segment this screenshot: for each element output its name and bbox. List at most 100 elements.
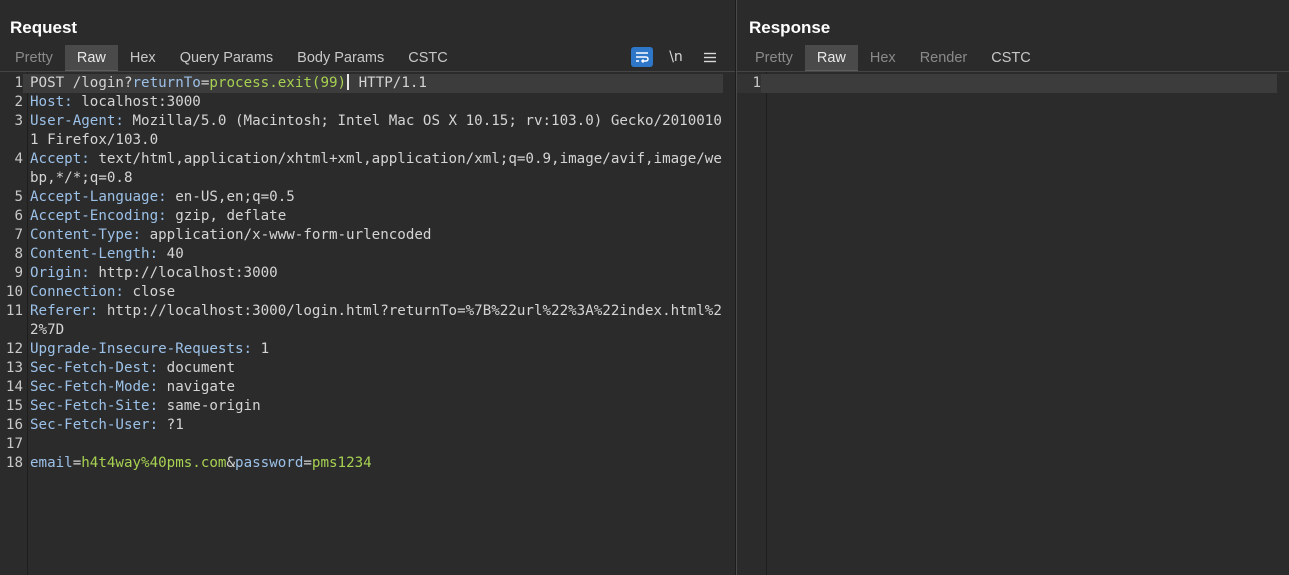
tab-pretty[interactable]: Pretty bbox=[3, 45, 65, 72]
request-body: email=h4t4way%40pms.com&password=pms1234 bbox=[30, 455, 372, 471]
header-line: Sec-Fetch-Mode: navigate bbox=[23, 378, 723, 397]
header-line: Accept-Language: en-US,en;q=0.5 bbox=[23, 188, 723, 207]
header-name: Sec-Fetch-User: bbox=[30, 417, 159, 433]
response-editor[interactable]: 1 bbox=[737, 72, 1289, 575]
hamburger-menu-icon[interactable] bbox=[699, 47, 721, 67]
header-line: Sec-Fetch-Dest: document bbox=[23, 359, 723, 378]
header-line: Connection: close bbox=[23, 283, 723, 302]
response-line-content bbox=[761, 74, 1277, 93]
text-cursor bbox=[347, 74, 350, 90]
tab-body-params[interactable]: Body Params bbox=[285, 45, 396, 72]
query-param-value: process.exit(99) bbox=[209, 75, 347, 91]
header-name: Content-Type: bbox=[30, 227, 142, 243]
line-number: 13 bbox=[5, 360, 23, 376]
tab-raw[interactable]: Raw bbox=[64, 45, 118, 72]
header-value: ?1 bbox=[158, 417, 184, 433]
header-name: Accept-Language: bbox=[30, 189, 167, 205]
header-line: Sec-Fetch-User: ?1 bbox=[23, 416, 723, 435]
wrap-lines-icon[interactable] bbox=[631, 47, 653, 67]
line-number: 4 bbox=[14, 151, 23, 167]
http-version: HTTP/1.1 bbox=[358, 75, 427, 91]
header-line: User-Agent: Mozilla/5.0 (Macintosh; Inte… bbox=[23, 112, 723, 150]
header-value: http://localhost:3000 bbox=[89, 265, 278, 281]
response-code: 1 bbox=[737, 74, 1277, 93]
http-method: POST bbox=[30, 75, 65, 91]
tab-render[interactable]: Render bbox=[908, 45, 980, 72]
header-value: 1 bbox=[252, 341, 270, 357]
body-param-value: pms1234 bbox=[311, 455, 372, 471]
header-name: Referer: bbox=[30, 303, 99, 319]
header-name: Sec-Fetch-Dest: bbox=[30, 360, 159, 376]
response-pane: Response Pretty Raw Hex Render CSTC 1 bbox=[737, 0, 1289, 575]
request-line: 15 Sec-Fetch-Site: same-origin bbox=[0, 397, 723, 416]
line-number: 16 bbox=[5, 417, 23, 433]
response-line: 1 bbox=[737, 74, 1277, 93]
request-line: 17 bbox=[0, 435, 723, 454]
response-gutter bbox=[737, 72, 767, 575]
request-tabs: Pretty Raw Hex Query Params Body Params … bbox=[0, 45, 735, 72]
header-value: Mozilla/5.0 (Macintosh; Intel Mac OS X 1… bbox=[30, 113, 722, 148]
header-name: Content-Length: bbox=[30, 246, 159, 262]
request-line: 13 Sec-Fetch-Dest: document bbox=[0, 359, 723, 378]
request-line: 2 Host: localhost:3000 bbox=[0, 93, 723, 112]
line-number: 7 bbox=[14, 227, 23, 243]
header-line: Sec-Fetch-Site: same-origin bbox=[23, 397, 723, 416]
line-number: 3 bbox=[14, 113, 23, 129]
header-name: Upgrade-Insecure-Requests: bbox=[30, 341, 253, 357]
tab-pretty[interactable]: Pretty bbox=[743, 45, 805, 72]
header-name: Connection: bbox=[30, 284, 124, 300]
header-value: gzip, deflate bbox=[166, 208, 287, 224]
line-number: 15 bbox=[5, 398, 23, 414]
request-line: 5 Accept-Language: en-US,en;q=0.5 bbox=[0, 188, 723, 207]
header-value: document bbox=[158, 360, 235, 376]
line-number: 2 bbox=[14, 94, 23, 110]
query-param-name: returnTo bbox=[132, 75, 201, 91]
request-line: 4 Accept: text/html,application/xhtml+xml… bbox=[0, 150, 723, 188]
header-name: Host: bbox=[30, 94, 73, 110]
body-param-name: email bbox=[30, 455, 73, 471]
line-number: 5 bbox=[14, 189, 23, 205]
header-name: Sec-Fetch-Mode: bbox=[30, 379, 159, 395]
header-name: Origin: bbox=[30, 265, 90, 281]
header-value: close bbox=[123, 284, 176, 300]
header-value: navigate bbox=[158, 379, 235, 395]
line-number: 10 bbox=[5, 284, 23, 300]
line-number: 18 bbox=[5, 455, 23, 471]
tab-cstc[interactable]: CSTC bbox=[979, 45, 1042, 72]
request-line: 16 Sec-Fetch-User: ?1 bbox=[0, 416, 723, 435]
body-param-name: password bbox=[235, 455, 304, 471]
header-name: User-Agent: bbox=[30, 113, 124, 129]
header-line: Origin: http://localhost:3000 bbox=[23, 264, 723, 283]
newline-toggle-label: \n bbox=[669, 49, 683, 65]
request-path: /login? bbox=[72, 75, 133, 91]
line-number: 17 bbox=[5, 436, 23, 452]
request-line: 6 Accept-Encoding: gzip, deflate bbox=[0, 207, 723, 226]
tab-hex[interactable]: Hex bbox=[118, 45, 168, 72]
tab-hex[interactable]: Hex bbox=[858, 45, 908, 72]
header-value: en-US,en;q=0.5 bbox=[166, 189, 295, 205]
line-number: 12 bbox=[5, 341, 23, 357]
header-line: Referer: http://localhost:3000/login.htm… bbox=[23, 302, 723, 340]
request-editor[interactable]: 1 POST /login?returnTo=process.exit(99) … bbox=[0, 72, 735, 575]
line-number: 8 bbox=[14, 246, 23, 262]
show-newlines-button[interactable]: \n bbox=[665, 47, 687, 67]
request-line: 11 Referer: http://localhost:3000/login.h… bbox=[0, 302, 723, 340]
request-line: 3 User-Agent: Mozilla/5.0 (Macintosh; Int… bbox=[0, 112, 723, 150]
request-line: 14 Sec-Fetch-Mode: navigate bbox=[0, 378, 723, 397]
header-line: Accept-Encoding: gzip, deflate bbox=[23, 207, 723, 226]
request-editor-tools: \n bbox=[631, 46, 721, 68]
request-line: 1 POST /login?returnTo=process.exit(99) … bbox=[0, 74, 723, 93]
header-value: localhost:3000 bbox=[72, 94, 201, 110]
header-line: Host: localhost:3000 bbox=[23, 93, 723, 112]
header-line: Upgrade-Insecure-Requests: 1 bbox=[23, 340, 723, 359]
line-number: 1 bbox=[752, 75, 761, 91]
header-line: Content-Length: 40 bbox=[23, 245, 723, 264]
header-line: Accept: text/html,application/xhtml+xml,… bbox=[23, 150, 723, 188]
tab-query-params[interactable]: Query Params bbox=[168, 45, 285, 72]
response-title: Response bbox=[749, 18, 831, 37]
tab-cstc[interactable]: CSTC bbox=[396, 45, 459, 72]
tab-raw[interactable]: Raw bbox=[804, 45, 858, 72]
request-title: Request bbox=[10, 18, 78, 37]
header-value: http://localhost:3000/login.html?returnT… bbox=[30, 303, 722, 338]
